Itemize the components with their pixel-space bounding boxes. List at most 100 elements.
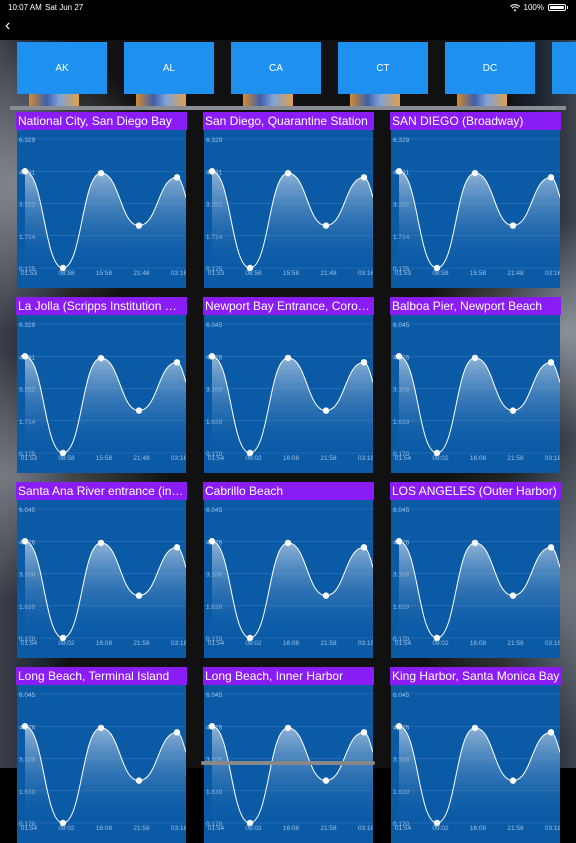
x-tick-label: 01:54 [21,640,38,647]
y-tick-label: 6.329 [19,137,36,144]
station-name: La Jolla (Scripps Institution Wharf) [16,297,187,315]
station-name: Long Beach, Inner Harbor [203,667,374,685]
tide-point [509,222,517,229]
x-tick-label: 03:18 [171,640,186,647]
state-button-partial[interactable] [552,42,576,94]
station-name: San Diego, Quarantine Station [203,112,374,130]
tide-point [547,729,555,736]
x-tick-label: 16:08 [283,455,300,462]
x-tick-label: 01:54 [208,455,225,462]
x-tick-label: 21:58 [507,455,524,462]
tide-chart: 6.0454.5763.1081.6390.17001:5409:0216:08… [391,500,560,658]
y-tick-label: 6.045 [206,322,223,329]
tide-point [395,538,403,545]
tide-point [395,723,403,730]
station-card[interactable]: Newport Bay Entrance, Corona del Mar 6.04… [203,297,375,473]
station-card[interactable]: National City, San Diego Bay6.3294.7913.… [16,112,188,288]
tide-point [97,724,105,732]
state-button-dc[interactable]: DC [445,42,535,94]
x-tick-label: 01:54 [21,825,38,832]
tide-chart: 6.0454.5763.1081.6390.17001:5409:0216:08… [17,500,186,658]
station-card[interactable]: La Jolla (Scripps Institution Wharf) 6.32… [16,297,188,473]
x-tick-label: 09:02 [245,640,262,647]
x-tick-label: 16:08 [283,640,300,647]
station-name: National City, San Diego Bay [16,112,187,130]
tide-chart: 6.0454.5763.1081.6390.17001:5409:0216:08… [204,315,373,473]
x-tick-label: 21:48 [507,270,524,277]
tide-chart: 6.0454.5763.1081.6390.17001:5409:0216:08… [391,315,560,473]
tide-point [208,168,216,175]
station-card[interactable]: Long Beach, Terminal Island6.0454.5763.1… [16,667,188,843]
x-tick-label: 01:53 [21,270,38,277]
tide-point [173,729,181,736]
state-button-ct[interactable]: CT [338,42,428,94]
station-name: Santa Ana River entrance (inside) [16,482,187,500]
state-button-ak[interactable]: AK [17,42,107,94]
station-card[interactable]: King Harbor, Santa Monica Bay6.0454.5763… [390,667,562,843]
x-tick-label: 16:08 [470,640,487,647]
x-tick-label: 21:58 [320,455,337,462]
x-tick-label: 16:08 [470,455,487,462]
y-tick-label: 6.045 [19,692,36,699]
tide-point [21,723,29,730]
battery-percent: 100% [523,3,544,12]
station-card[interactable]: Long Beach, Inner Harbor6.0454.5763.1081… [203,667,375,843]
status-date: Sat Jun 27 [45,3,84,12]
y-tick-label: 6.045 [19,507,36,514]
tide-point [284,539,292,547]
station-name: Balboa Pier, Newport Beach [390,297,561,315]
tide-point [173,359,181,366]
x-tick-label: 09:02 [432,455,449,462]
state-button-al[interactable]: AL [124,42,214,94]
x-tick-label: 03:18 [358,640,373,647]
x-tick-label: 08:58 [58,455,75,462]
tide-point [135,592,143,599]
y-tick-label: 6.045 [393,322,410,329]
x-tick-label: 01:54 [395,640,412,647]
x-tick-label: 03:16 [171,455,186,462]
tide-point [395,168,403,175]
x-tick-label: 03:16 [358,270,373,277]
station-card[interactable]: LOS ANGELES (Outer Harbor)6.0454.5763.10… [390,482,562,658]
x-tick-label: 09:02 [58,825,75,832]
station-card[interactable]: SAN DIEGO (Broadway)6.3294.7913.2521.714… [390,112,562,288]
y-tick-label: 6.329 [206,137,223,144]
tide-point [208,538,216,545]
tide-point [21,538,29,545]
tide-point [547,359,555,366]
x-tick-label: 21:58 [507,640,524,647]
tide-point [471,169,479,177]
station-card[interactable]: Cabrillo Beach6.0454.5763.1081.6390.1700… [203,482,375,658]
battery-tip [567,6,568,9]
status-bar: 10:07 AM Sat Jun 27 100% [0,0,576,14]
station-card[interactable]: San Diego, Quarantine Station6.3294.7913… [203,112,375,288]
x-tick-label: 01:54 [395,455,412,462]
tide-point [97,539,105,547]
x-tick-label: 01:53 [21,455,38,462]
station-name: Cabrillo Beach [203,482,374,500]
station-card[interactable]: Santa Ana River entrance (inside)6.0454.… [16,482,188,658]
state-strip-divider [10,106,566,110]
x-tick-label: 21:48 [133,455,150,462]
x-tick-label: 16:08 [470,825,487,832]
tide-point [135,222,143,229]
x-tick-label: 16:08 [96,825,113,832]
state-button-ca[interactable]: CA [231,42,321,94]
tide-point [471,354,479,362]
x-tick-label: 01:54 [208,825,225,832]
tide-point [547,544,555,551]
chevron-left-icon[interactable]: ‹ [5,18,10,34]
tide-point [97,169,105,177]
x-tick-label: 21:58 [320,825,337,832]
tide-chart: 6.0454.5763.1081.6390.17001:5409:0216:08… [17,685,186,843]
x-tick-label: 21:48 [320,270,337,277]
station-card[interactable]: Balboa Pier, Newport Beach6.0454.5763.10… [390,297,562,473]
tide-point [322,777,330,784]
tide-point [135,777,143,784]
y-tick-label: 6.045 [206,507,223,514]
tide-point [284,169,292,177]
y-tick-label: 6.329 [393,137,410,144]
station-name: LOS ANGELES (Outer Harbor) [390,482,561,500]
tide-point [509,777,517,784]
state-selector: AK AL CA CT DC [0,40,576,110]
